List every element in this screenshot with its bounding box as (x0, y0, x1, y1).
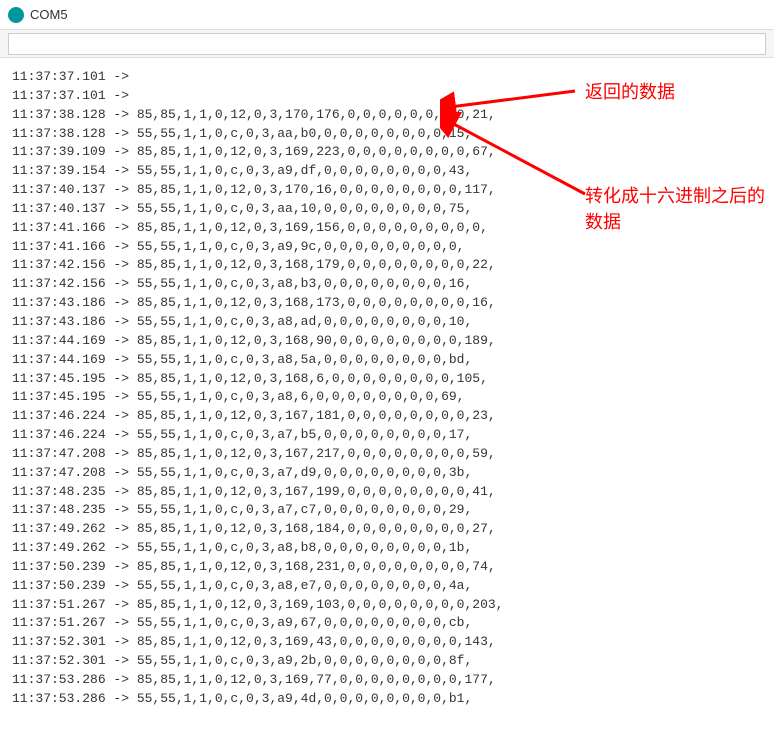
log-line: 11:37:42.156 -> 55,55,1,1,0,c,0,3,a8,b3,… (12, 275, 762, 294)
log-line: 11:37:45.195 -> 55,55,1,1,0,c,0,3,a8,6,0… (12, 388, 762, 407)
log-line: 11:37:39.154 -> 55,55,1,1,0,c,0,3,a9,df,… (12, 162, 762, 181)
log-line: 11:37:48.235 -> 55,55,1,1,0,c,0,3,a7,c7,… (12, 501, 762, 520)
log-line: 11:37:38.128 -> 55,55,1,1,0,c,0,3,aa,b0,… (12, 125, 762, 144)
log-line: 11:37:53.286 -> 55,55,1,1,0,c,0,3,a9,4d,… (12, 690, 762, 709)
window-title: COM5 (30, 7, 68, 22)
log-line: 11:37:40.137 -> 55,55,1,1,0,c,0,3,aa,10,… (12, 200, 762, 219)
log-line: 11:37:51.267 -> 85,85,1,1,0,12,0,3,169,1… (12, 596, 762, 615)
log-line: 11:37:44.169 -> 85,85,1,1,0,12,0,3,168,9… (12, 332, 762, 351)
log-line: 11:37:48.235 -> 85,85,1,1,0,12,0,3,167,1… (12, 483, 762, 502)
log-line: 11:37:43.186 -> 85,85,1,1,0,12,0,3,168,1… (12, 294, 762, 313)
log-line: 11:37:47.208 -> 55,55,1,1,0,c,0,3,a7,d9,… (12, 464, 762, 483)
log-line: 11:37:53.286 -> 85,85,1,1,0,12,0,3,169,7… (12, 671, 762, 690)
log-line: 11:37:43.186 -> 55,55,1,1,0,c,0,3,a8,ad,… (12, 313, 762, 332)
log-line: 11:37:50.239 -> 85,85,1,1,0,12,0,3,168,2… (12, 558, 762, 577)
log-line: 11:37:52.301 -> 55,55,1,1,0,c,0,3,a9,2b,… (12, 652, 762, 671)
log-line: 11:37:46.224 -> 55,55,1,1,0,c,0,3,a7,b5,… (12, 426, 762, 445)
log-line: 11:37:51.267 -> 55,55,1,1,0,c,0,3,a9,67,… (12, 614, 762, 633)
console-output: 11:37:37.101 ->11:37:37.101 ->11:37:38.1… (0, 58, 774, 719)
log-line: 11:37:45.195 -> 85,85,1,1,0,12,0,3,168,6… (12, 370, 762, 389)
window-titlebar: COM5 (0, 0, 774, 30)
log-line: 11:37:49.262 -> 55,55,1,1,0,c,0,3,a8,b8,… (12, 539, 762, 558)
log-line: 11:37:52.301 -> 85,85,1,1,0,12,0,3,169,4… (12, 633, 762, 652)
log-line: 11:37:39.109 -> 85,85,1,1,0,12,0,3,169,2… (12, 143, 762, 162)
log-line: 11:37:49.262 -> 85,85,1,1,0,12,0,3,168,1… (12, 520, 762, 539)
log-line: 11:37:44.169 -> 55,55,1,1,0,c,0,3,a8,5a,… (12, 351, 762, 370)
log-line: 11:37:50.239 -> 55,55,1,1,0,c,0,3,a8,e7,… (12, 577, 762, 596)
log-line: 11:37:46.224 -> 85,85,1,1,0,12,0,3,167,1… (12, 407, 762, 426)
log-line: 11:37:41.166 -> 55,55,1,1,0,c,0,3,a9,9c,… (12, 238, 762, 257)
log-line: 11:37:38.128 -> 85,85,1,1,0,12,0,3,170,1… (12, 106, 762, 125)
app-icon (8, 7, 24, 23)
log-line: 11:37:47.208 -> 85,85,1,1,0,12,0,3,167,2… (12, 445, 762, 464)
toolbar (0, 30, 774, 58)
log-line: 11:37:40.137 -> 85,85,1,1,0,12,0,3,170,1… (12, 181, 762, 200)
log-line: 11:37:37.101 -> (12, 87, 762, 106)
command-input[interactable] (8, 33, 766, 55)
log-line: 11:37:37.101 -> (12, 68, 762, 87)
log-line: 11:37:42.156 -> 85,85,1,1,0,12,0,3,168,1… (12, 256, 762, 275)
log-line: 11:37:41.166 -> 85,85,1,1,0,12,0,3,169,1… (12, 219, 762, 238)
